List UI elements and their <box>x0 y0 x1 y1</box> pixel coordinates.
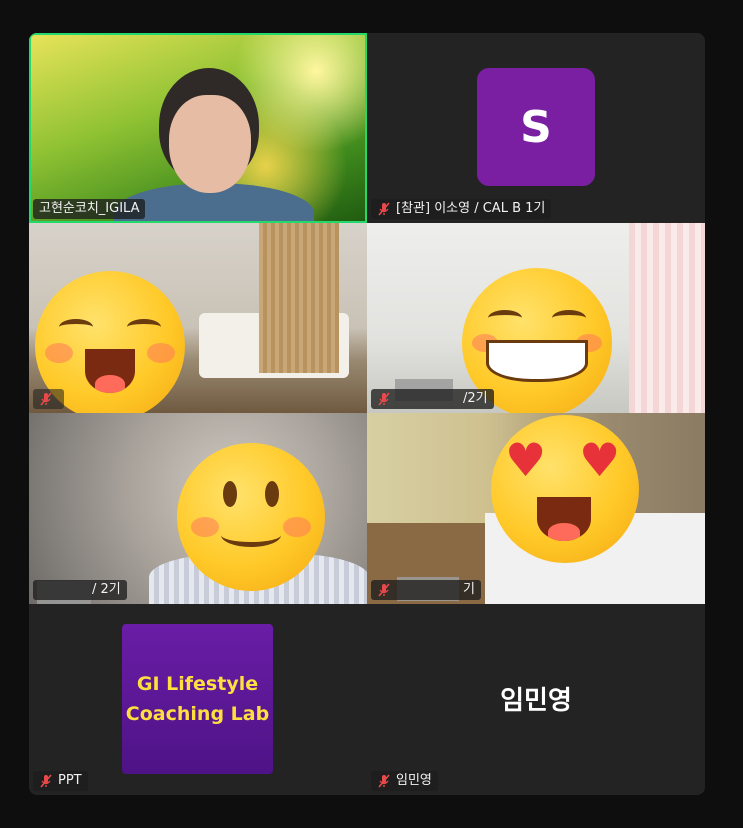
video-tile-observer[interactable]: S [참관] 이소영 / CAL B 1기 <box>367 33 705 223</box>
participant-display-name: 임민영 <box>500 686 572 716</box>
ppt-card-line1: GI Lifestyle <box>136 673 259 695</box>
participant-name-tag: [참관] 이소영 / CAL B 1기 <box>371 199 552 219</box>
participant-name-tag <box>33 389 64 409</box>
ppt-profile-card: GI Lifestyle Coaching Lab <box>122 624 273 774</box>
participant-name: /2기 <box>463 391 488 406</box>
participant-name: PPT <box>58 773 82 788</box>
participant-name: 고현순코치_IGILA <box>39 201 140 216</box>
window-blind <box>259 223 339 373</box>
ppt-card-line2: Coaching Lab <box>125 703 270 725</box>
participant-name: 임민영 <box>396 773 432 788</box>
participant-name: / 2기 <box>92 582 121 597</box>
video-tile-ppt[interactable]: GI Lifestyle Coaching Lab PPT <box>29 604 367 795</box>
video-tile-participant[interactable]: 임민영 임민영 <box>367 604 705 795</box>
heart-eyes-emoji-icon: ♥ ♥ <box>491 415 639 563</box>
microphone-muted-icon <box>39 392 53 406</box>
participant-name-tag: / 2기 <box>33 580 127 600</box>
microphone-muted-icon <box>377 583 391 597</box>
microphone-muted-icon <box>377 392 391 406</box>
video-tile-participant[interactable]: /2기 <box>367 223 705 413</box>
participant-avatar: S <box>477 68 595 186</box>
video-tile-participant[interactable]: ♥ ♥ 기 <box>367 413 705 604</box>
microphone-muted-icon <box>377 202 391 216</box>
participant-name-tag: 임민영 <box>371 771 438 791</box>
avatar-letter: S <box>520 101 552 153</box>
participant-name-tag: 기 <box>371 580 481 600</box>
participant-name-tag: PPT <box>33 771 88 791</box>
curtain <box>629 223 705 413</box>
microphone-muted-icon <box>377 774 391 788</box>
participant-name: 기 <box>463 582 475 597</box>
video-tile-host[interactable]: 고현순코치_IGILA <box>29 33 367 223</box>
participant-name-tag: 고현순코치_IGILA <box>33 199 146 219</box>
participant-face <box>169 95 251 193</box>
video-grid: 고현순코치_IGILA S [참관] 이소영 / CAL B 1기 /2기 / … <box>29 33 705 795</box>
participant-name-tag: /2기 <box>371 389 494 409</box>
microphone-muted-icon <box>39 774 53 788</box>
video-tile-participant[interactable] <box>29 223 367 413</box>
smiling-emoji-icon <box>177 443 325 591</box>
participant-name: [참관] 이소영 / CAL B 1기 <box>396 201 546 216</box>
video-tile-participant[interactable]: / 2기 <box>29 413 367 604</box>
